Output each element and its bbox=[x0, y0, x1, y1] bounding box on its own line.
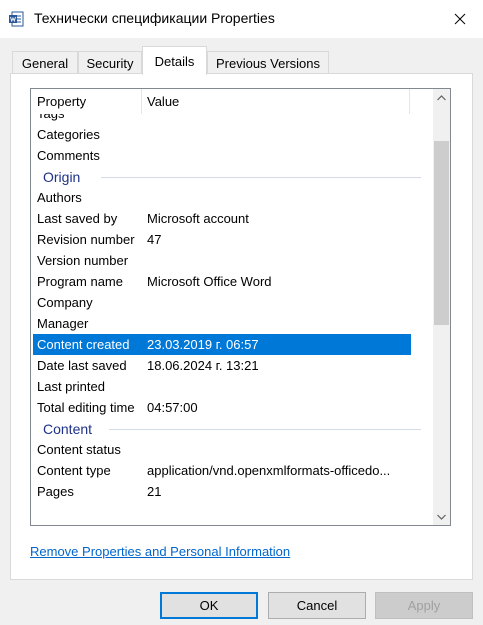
cancel-button[interactable]: Cancel bbox=[268, 592, 366, 619]
property-name: Content type bbox=[37, 463, 111, 478]
property-name: Last saved by bbox=[37, 211, 118, 226]
property-value: Microsoft Office Word bbox=[147, 274, 272, 289]
property-row[interactable]: Comments bbox=[31, 145, 433, 166]
property-name: Content created bbox=[37, 337, 130, 352]
property-row[interactable]: Company bbox=[31, 292, 433, 313]
property-row[interactable]: Content type application/vnd.openxmlforma… bbox=[31, 460, 433, 481]
word-document-icon bbox=[9, 11, 24, 27]
property-row[interactable]: Categories bbox=[31, 124, 433, 145]
property-row[interactable]: Content status bbox=[31, 439, 433, 460]
column-header-property[interactable]: Property bbox=[31, 89, 141, 114]
property-name: Company bbox=[37, 295, 93, 310]
group-divider bbox=[109, 429, 421, 430]
property-name: Authors bbox=[37, 190, 82, 205]
properties-list[interactable]: Property Value SubjectTagsCategoriesComm… bbox=[30, 88, 451, 526]
property-value: 23.03.2019 г. 06:57 bbox=[147, 337, 259, 352]
tab-details[interactable]: Details bbox=[142, 46, 207, 75]
property-value: 21 bbox=[147, 484, 162, 499]
scroll-down-arrow[interactable] bbox=[433, 508, 450, 525]
property-row[interactable]: Manager bbox=[31, 313, 433, 334]
apply-button[interactable]: Apply bbox=[375, 592, 473, 619]
property-row[interactable]: Date last saved 18.06.2024 г. 13:21 bbox=[31, 355, 433, 376]
group-title: Origin bbox=[43, 168, 81, 185]
close-button[interactable] bbox=[437, 0, 483, 38]
window-title: Технически спецификации Properties bbox=[34, 10, 275, 26]
list-header: Property Value bbox=[31, 89, 433, 114]
tab-previous-versions[interactable]: Previous Versions bbox=[207, 51, 329, 74]
property-name: Date last saved bbox=[37, 358, 127, 373]
property-row[interactable]: Last printed bbox=[31, 376, 433, 397]
property-name: Revision number bbox=[37, 232, 135, 247]
chevron-down-icon bbox=[437, 514, 446, 520]
property-row[interactable]: Pages 21 bbox=[31, 481, 433, 502]
property-name: Manager bbox=[37, 316, 89, 331]
property-value: Microsoft account bbox=[147, 211, 249, 226]
property-row[interactable]: Revision number 47 bbox=[31, 229, 433, 250]
scroll-thumb[interactable] bbox=[434, 141, 449, 325]
close-icon bbox=[454, 13, 466, 25]
ok-button[interactable]: OK bbox=[160, 592, 258, 619]
column-separator[interactable] bbox=[409, 89, 410, 114]
property-row[interactable]: Content created 23.03.2019 г. 06:57 bbox=[33, 334, 411, 355]
property-value: application/vnd.openxmlformats-officedo.… bbox=[147, 463, 391, 478]
property-row[interactable]: Total editing time 04:57:00 bbox=[31, 397, 433, 418]
column-header-value[interactable]: Value bbox=[141, 89, 409, 114]
property-name: Total editing time bbox=[37, 400, 135, 415]
property-name: Categories bbox=[37, 127, 100, 142]
property-value: 18.06.2024 г. 13:21 bbox=[147, 358, 259, 373]
group-title: Content bbox=[43, 420, 93, 437]
tab-strip: General Security Details Previous Versio… bbox=[12, 46, 472, 75]
vertical-scrollbar[interactable] bbox=[433, 89, 450, 525]
property-row[interactable]: Version number bbox=[31, 250, 433, 271]
property-name: Program name bbox=[37, 274, 123, 289]
chevron-up-icon bbox=[437, 94, 446, 100]
property-name: Version number bbox=[37, 253, 129, 268]
property-row[interactable]: Authors bbox=[31, 187, 433, 208]
property-value: 04:57:00 bbox=[147, 400, 198, 415]
scroll-up-arrow[interactable] bbox=[433, 89, 450, 106]
property-name: Content status bbox=[37, 442, 121, 457]
property-row[interactable]: Last saved by Microsoft account bbox=[31, 208, 433, 229]
title-bar: Технически спецификации Properties bbox=[0, 0, 483, 38]
property-name: Last printed bbox=[37, 379, 105, 394]
group-header-origin[interactable]: Origin bbox=[31, 166, 433, 187]
details-panel: Property Value SubjectTagsCategoriesComm… bbox=[10, 73, 473, 580]
property-row[interactable]: Program name Microsoft Office Word bbox=[31, 271, 433, 292]
group-header-content[interactable]: Content bbox=[31, 418, 433, 439]
property-value: 47 bbox=[147, 232, 162, 247]
property-name: Pages bbox=[37, 484, 74, 499]
group-divider bbox=[101, 177, 421, 178]
tab-security[interactable]: Security bbox=[78, 51, 142, 74]
remove-properties-link[interactable]: Remove Properties and Personal Informati… bbox=[30, 544, 290, 559]
property-name: Comments bbox=[37, 148, 100, 163]
tab-general[interactable]: General bbox=[12, 51, 78, 74]
